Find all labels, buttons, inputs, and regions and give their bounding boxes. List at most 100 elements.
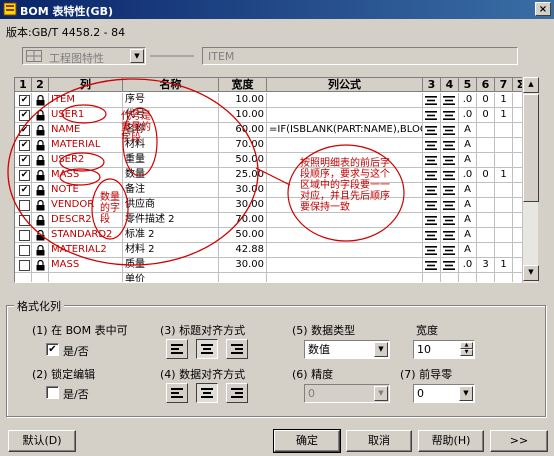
name-cell[interactable]: 质量: [123, 258, 219, 273]
title-align-cell[interactable]: [423, 108, 441, 123]
show-checkbox-cell[interactable]: [15, 273, 32, 282]
precision-cell[interactable]: 0: [477, 93, 495, 108]
width-cell[interactable]: 70.00: [219, 213, 267, 228]
table-row[interactable]: 单价: [15, 273, 529, 282]
precision-cell[interactable]: [477, 183, 495, 198]
show-checkbox[interactable]: ✔: [19, 170, 30, 181]
title-align-cell[interactable]: [423, 123, 441, 138]
title-align-cell[interactable]: [423, 228, 441, 243]
name-cell[interactable]: 供应商: [123, 198, 219, 213]
show-checkbox-cell[interactable]: [15, 213, 32, 228]
data-type-cell[interactable]: [459, 273, 477, 282]
table-row[interactable]: STANDARD2 标准 2 50.00 A: [15, 228, 529, 243]
leading-zero-cell[interactable]: [495, 213, 513, 228]
leading-zero-cell[interactable]: [495, 228, 513, 243]
name-cell[interactable]: 标准 2: [123, 228, 219, 243]
name-cell[interactable]: 序号: [123, 93, 219, 108]
data-align-cell[interactable]: [441, 228, 459, 243]
data-align-cell[interactable]: [441, 213, 459, 228]
lock-cell[interactable]: [32, 213, 49, 228]
leading-zero-cell[interactable]: [495, 243, 513, 258]
leading-zero-cell[interactable]: [495, 198, 513, 213]
lock-cell[interactable]: [32, 183, 49, 198]
data-type-select[interactable]: 数值 ▼: [304, 340, 390, 359]
table-row[interactable]: VENDOR 供应商 30.00 A: [15, 198, 529, 213]
show-checkbox-cell[interactable]: [15, 243, 32, 258]
data-type-cell[interactable]: .0: [459, 93, 477, 108]
title-align-cell[interactable]: [423, 213, 441, 228]
data-align-cell[interactable]: [441, 93, 459, 108]
title-align-cell[interactable]: [423, 198, 441, 213]
leading-zero-cell[interactable]: [495, 123, 513, 138]
scroll-down-icon[interactable]: ▼: [523, 265, 539, 281]
name-cell[interactable]: 零件描述 2: [123, 213, 219, 228]
help-button[interactable]: 帮助(H): [418, 430, 484, 452]
show-checkbox-cell[interactable]: [15, 258, 32, 273]
show-checkbox-cell[interactable]: ✔: [15, 93, 32, 108]
chevron-down-icon[interactable]: ▼: [459, 386, 473, 401]
column-cell[interactable]: USER1: [49, 108, 123, 123]
width-cell[interactable]: 50.00: [219, 153, 267, 168]
precision-cell[interactable]: 0: [477, 108, 495, 123]
table-row[interactable]: ✔ NAME 名称 60.00 =IF(ISBLANK(PART:NAME),BLOCK…: [15, 123, 529, 138]
name-cell[interactable]: 单价: [123, 273, 219, 282]
spin-up-icon[interactable]: ▲: [460, 342, 473, 349]
formula-cell[interactable]: =IF(ISBLANK(PART:NAME),BLOCK: [267, 123, 423, 138]
name-cell[interactable]: 数量: [123, 168, 219, 183]
data-align-cell[interactable]: [441, 273, 459, 282]
formula-cell[interactable]: [267, 273, 423, 282]
formula-cell[interactable]: [267, 138, 423, 153]
show-checkbox[interactable]: ✔: [19, 140, 30, 151]
precision-cell[interactable]: [477, 123, 495, 138]
leading-zero-cell[interactable]: [495, 153, 513, 168]
width-cell[interactable]: [219, 273, 267, 282]
data-type-cell[interactable]: A: [459, 213, 477, 228]
title-align-center-button[interactable]: [196, 339, 218, 359]
show-checkbox-cell[interactable]: ✔: [15, 168, 32, 183]
data-align-cell[interactable]: [441, 243, 459, 258]
width-cell[interactable]: 50.00: [219, 228, 267, 243]
column-cell[interactable]: MATERIAL: [49, 138, 123, 153]
leading-zero-cell[interactable]: [495, 273, 513, 282]
lock-cell[interactable]: [32, 228, 49, 243]
leading-zero-cell[interactable]: [495, 138, 513, 153]
column-cell[interactable]: STANDARD2: [49, 228, 123, 243]
table-row[interactable]: ✔ USER1 代号 10.00.0 0 1: [15, 108, 529, 123]
lock-cell[interactable]: [32, 93, 49, 108]
precision-cell[interactable]: [477, 273, 495, 282]
spin-buttons[interactable]: ▲ ▼: [460, 342, 473, 357]
width-cell[interactable]: 30.00: [219, 198, 267, 213]
table-row[interactable]: ✔ MASS 数量 25.00 .0 0 1: [15, 168, 529, 183]
chevron-down-icon[interactable]: ▼: [374, 342, 388, 357]
title-align-cell[interactable]: [423, 168, 441, 183]
title-align-cell[interactable]: [423, 273, 441, 282]
lock-edit-checkbox[interactable]: [46, 386, 59, 399]
title-align-cell[interactable]: [423, 258, 441, 273]
column-cell[interactable]: [49, 273, 123, 282]
data-align-cell[interactable]: [441, 138, 459, 153]
name-cell[interactable]: 材料 2: [123, 243, 219, 258]
show-checkbox-cell[interactable]: ✔: [15, 153, 32, 168]
data-type-cell[interactable]: A: [459, 243, 477, 258]
leading-zero-select[interactable]: 0 ▼: [413, 384, 475, 403]
precision-cell[interactable]: 0: [477, 168, 495, 183]
table-row[interactable]: ✔ MATERIAL 材料 70.00 A: [15, 138, 529, 153]
column-cell[interactable]: MASS: [49, 168, 123, 183]
table-row[interactable]: ✔ USER2 重量 50.00 A: [15, 153, 529, 168]
show-checkbox[interactable]: [19, 260, 30, 271]
show-checkbox[interactable]: ✔: [19, 110, 30, 121]
data-align-left-button[interactable]: [166, 383, 188, 403]
data-align-center-button[interactable]: [196, 383, 218, 403]
data-align-cell[interactable]: [441, 168, 459, 183]
width-cell[interactable]: 42.88: [219, 243, 267, 258]
lock-cell[interactable]: [32, 243, 49, 258]
default-button[interactable]: 默认(D): [8, 430, 76, 452]
show-checkbox-cell[interactable]: ✔: [15, 123, 32, 138]
data-type-cell[interactable]: A: [459, 183, 477, 198]
leading-zero-cell[interactable]: [495, 183, 513, 198]
data-type-cell[interactable]: .0: [459, 108, 477, 123]
show-checkbox[interactable]: [19, 215, 30, 226]
lock-cell[interactable]: [32, 198, 49, 213]
formula-cell[interactable]: [267, 108, 423, 123]
data-type-cell[interactable]: A: [459, 153, 477, 168]
